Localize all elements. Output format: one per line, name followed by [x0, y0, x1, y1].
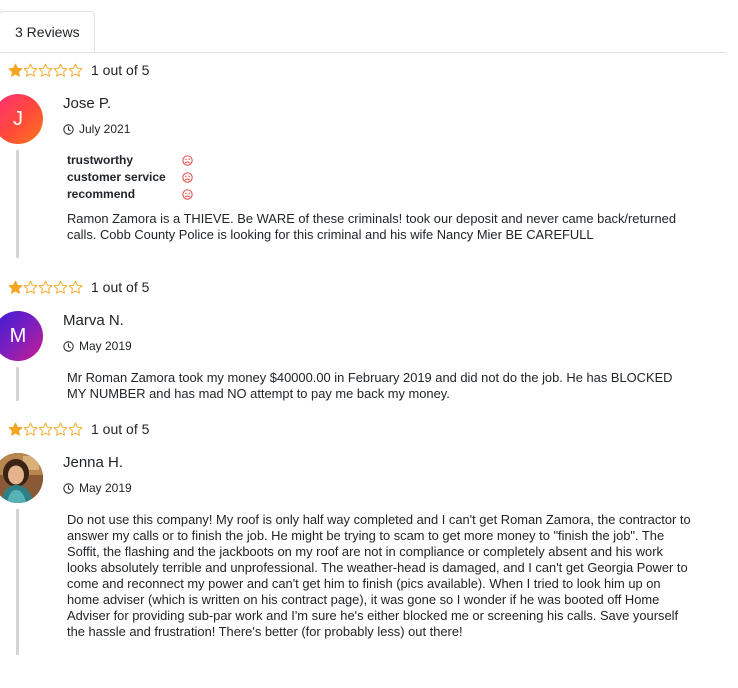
star-rating: 1 out of 5 — [8, 279, 149, 295]
review-date-text: May 2019 — [79, 481, 132, 495]
review-date-text: July 2021 — [79, 122, 131, 136]
reviewer-name: Jenna H. — [63, 454, 124, 471]
star-filled-icon — [8, 422, 23, 436]
rating-text: 1 out of 5 — [91, 279, 150, 295]
rating-text: 1 out of 5 — [91, 62, 150, 78]
review-text: Mr Roman Zamora took my money $40000.00 … — [67, 370, 673, 401]
review-divider-line — [16, 150, 19, 258]
star-empty-icon — [53, 280, 68, 294]
review-date-text: May 2019 — [79, 339, 132, 353]
star-empty-icon — [38, 280, 53, 294]
review-text: Do not use this company! My roof is only… — [67, 512, 691, 639]
star-filled-icon — [8, 63, 23, 77]
review-attributes: trustworthy customer service recommend — [67, 152, 193, 203]
frown-icon — [182, 172, 193, 183]
star-empty-icon — [38, 63, 53, 77]
star-empty-icon — [38, 422, 53, 436]
reviews-tabbar: 3 Reviews — [0, 0, 726, 53]
review-divider-line — [16, 367, 19, 401]
clock-icon — [63, 340, 74, 352]
review-divider-line — [16, 509, 19, 655]
attribute-recommend: recommend — [67, 186, 193, 203]
star-empty-icon — [53, 63, 68, 77]
review-date: May 2019 — [63, 339, 132, 353]
attribute-customer-service: customer service — [67, 169, 193, 186]
avatar: M — [0, 311, 43, 361]
stars — [8, 280, 83, 295]
frown-icon — [182, 189, 193, 200]
clock-icon — [63, 123, 74, 135]
frown-icon — [182, 155, 193, 166]
star-filled-icon — [8, 280, 23, 294]
reviewer-name: Marva N. — [63, 312, 124, 329]
attribute-label: customer service — [67, 170, 166, 184]
star-empty-icon — [23, 63, 38, 77]
star-empty-icon — [68, 422, 83, 436]
person-photo-icon — [0, 453, 43, 503]
rating-text: 1 out of 5 — [91, 421, 150, 437]
avatar-initial: M — [9, 324, 27, 347]
clock-icon — [63, 482, 74, 494]
stars — [8, 422, 83, 437]
review-date: May 2019 — [63, 481, 132, 495]
star-rating: 1 out of 5 — [8, 62, 149, 78]
avatar-photo — [0, 453, 43, 503]
star-empty-icon — [23, 280, 38, 294]
stars — [8, 63, 83, 78]
star-empty-icon — [53, 422, 68, 436]
review-date: July 2021 — [63, 122, 130, 136]
star-empty-icon — [23, 422, 38, 436]
star-rating: 1 out of 5 — [8, 421, 149, 437]
star-empty-icon — [68, 280, 83, 294]
review-text: Ramon Zamora is a THIEVE. Be WARE of the… — [67, 211, 676, 242]
avatar-initial: J — [13, 107, 23, 130]
attribute-trustworthy: trustworthy — [67, 152, 193, 169]
avatar: J — [0, 94, 43, 144]
tab-reviews[interactable]: 3 Reviews — [0, 11, 95, 52]
attribute-label: trustworthy — [67, 153, 133, 167]
reviewer-name: Jose P. — [63, 95, 112, 112]
attribute-label: recommend — [67, 187, 136, 201]
star-empty-icon — [68, 63, 83, 77]
